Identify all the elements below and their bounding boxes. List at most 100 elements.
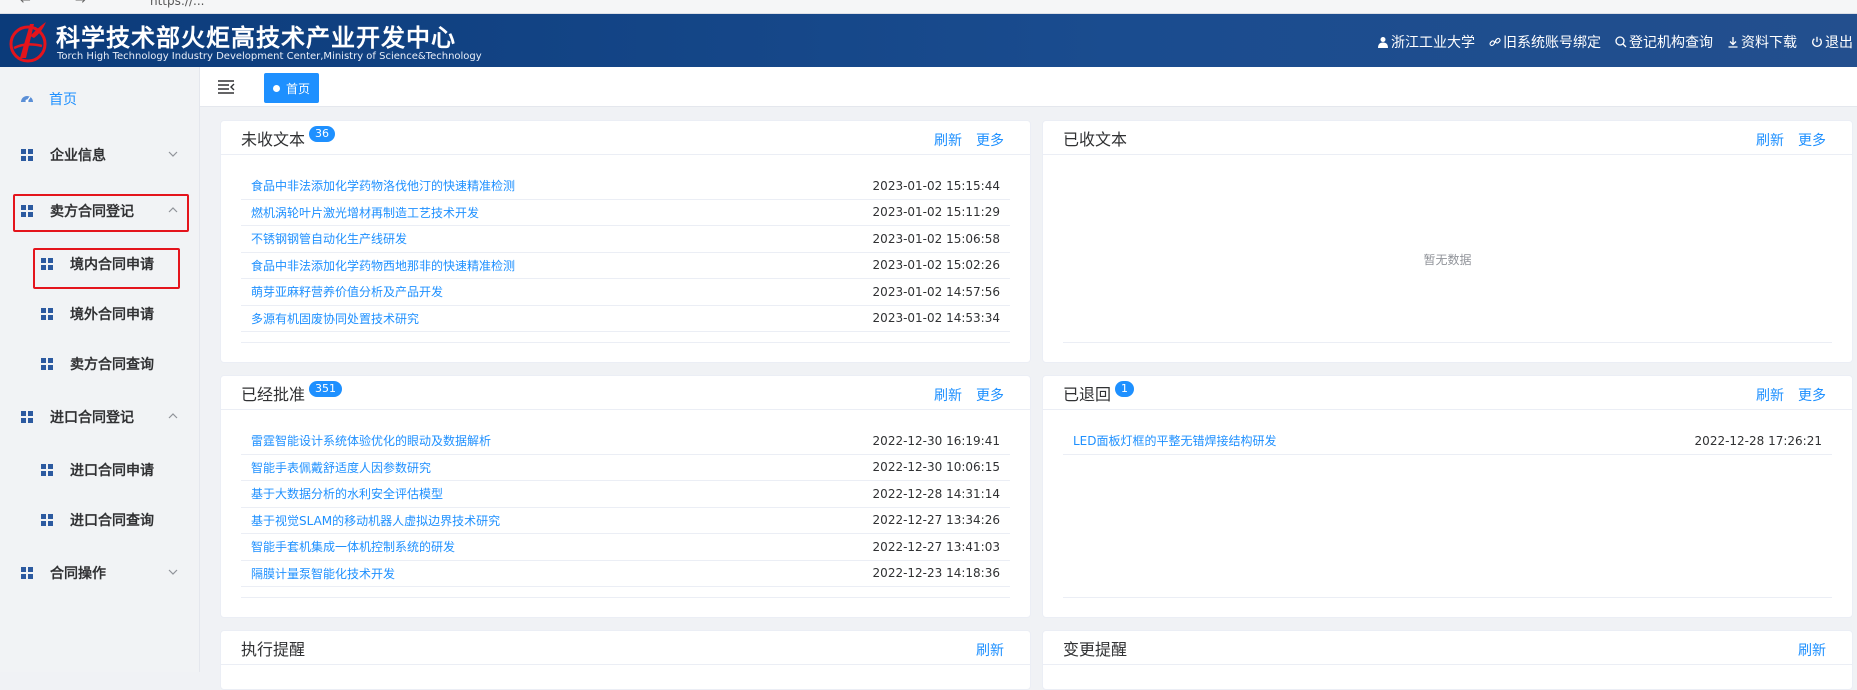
- list-footer-line: [1063, 597, 1832, 598]
- more-button[interactable]: 更多: [976, 130, 1004, 150]
- refresh-button[interactable]: 刷新: [1756, 130, 1784, 150]
- site-title: 科学技术部火炬高技术产业开发中心: [56, 24, 456, 52]
- download-label: 资料下载: [1741, 35, 1797, 51]
- search-icon: [1615, 36, 1627, 48]
- account-bind-label: 旧系统账号绑定: [1503, 35, 1601, 51]
- item-title-link[interactable]: 雷霆智能设计系统体验优化的眼动及数据解析: [251, 432, 491, 449]
- list-item: 智能手表佩戴舒适度人因参数研究 2022-12-30 10:06:15: [241, 455, 1010, 481]
- item-title-link[interactable]: 不锈钢钢管自动化生产线研发: [251, 230, 407, 247]
- item-title-link[interactable]: 燃机涡轮叶片激光增材再制造工艺技术开发: [251, 204, 479, 221]
- sidebar-item-domestic-apply[interactable]: 境内合同申请: [0, 244, 200, 284]
- tab-home[interactable]: 首页: [264, 73, 320, 103]
- refresh-button[interactable]: 刷新: [1798, 640, 1826, 660]
- grid-icon: [21, 567, 33, 579]
- panel-actions: 刷新 更多: [934, 385, 1004, 405]
- user-link-label: 浙江工业大学: [1391, 35, 1475, 51]
- refresh-button[interactable]: 刷新: [1756, 385, 1784, 405]
- more-button[interactable]: 更多: [1798, 385, 1826, 405]
- sidebar-item-seller-query-label: 卖方合同查询: [70, 357, 154, 373]
- panel-actions: 刷新 更多: [934, 130, 1004, 150]
- sidebar-item-seller-contract[interactable]: 卖方合同登记: [0, 191, 200, 231]
- refresh-button[interactable]: 刷新: [976, 640, 1004, 660]
- panel-title: 执行提醒: [241, 639, 306, 659]
- item-title-link[interactable]: 智能手套机集成一体机控制系统的研发: [251, 538, 455, 555]
- menu-toggle-icon[interactable]: [217, 79, 235, 95]
- list-footer-line: [1063, 342, 1832, 343]
- panel-title: 已收文本: [1063, 129, 1128, 149]
- panel-approved-header: 已经批准 351 刷新 更多: [221, 376, 1030, 410]
- panel-unreceived: 未收文本 36 刷新 更多 食品中非法添加化学药物洛伐他汀的快速精准检测 2023…: [220, 120, 1031, 363]
- item-date: 2023-01-02 15:11:29: [872, 205, 1000, 220]
- count-badge: 36: [309, 125, 336, 142]
- panel-title: 变更提醒: [1063, 639, 1128, 659]
- chevron-up-icon: [168, 413, 178, 419]
- item-title-link[interactable]: 多源有机固废协同处置技术研究: [251, 310, 419, 327]
- item-date: 2022-12-27 13:34:26: [872, 513, 1000, 528]
- sidebar-item-import-query[interactable]: 进口合同查询: [0, 500, 200, 540]
- sidebar-item-import-contract[interactable]: 进口合同登记: [0, 397, 200, 437]
- more-button[interactable]: 更多: [976, 385, 1004, 405]
- sidebar-item-import-apply[interactable]: 进口合同申请: [0, 450, 200, 490]
- item-title-link[interactable]: 食品中非法添加化学药物西地那非的快速精准检测: [251, 257, 515, 274]
- item-title-link[interactable]: 萌芽亚麻籽营养价值分析及产品开发: [251, 283, 443, 300]
- list-footer-line: [241, 597, 1010, 598]
- grid-icon: [21, 149, 33, 161]
- item-title-link[interactable]: 基于大数据分析的水利安全评估模型: [251, 485, 443, 502]
- sidebar-item-home[interactable]: 首页: [0, 79, 200, 119]
- panel-actions: 刷新: [976, 640, 1004, 660]
- dashboard-icon: [21, 96, 33, 103]
- panel-title: 未收文本: [241, 129, 306, 149]
- item-title-link[interactable]: 食品中非法添加化学药物洛伐他汀的快速精准检测: [251, 177, 515, 194]
- more-button[interactable]: 更多: [1798, 130, 1826, 150]
- sidebar-item-contract-ops[interactable]: 合同操作: [0, 553, 200, 593]
- sidebar-item-import-contract-label: 进口合同登记: [50, 410, 134, 426]
- item-title-link[interactable]: LED面板灯框的平整无错焊接结构研发: [1073, 432, 1277, 449]
- user-link[interactable]: 浙江工业大学: [1377, 32, 1475, 52]
- grid-icon: [41, 464, 53, 476]
- sidebar-item-foreign-apply[interactable]: 境外合同申请: [0, 294, 200, 334]
- agency-query-link[interactable]: 登记机构查询: [1615, 32, 1713, 52]
- download-link[interactable]: 资料下载: [1727, 32, 1797, 52]
- list-item: 不锈钢钢管自动化生产线研发 2023-01-02 15:06:58: [241, 226, 1010, 253]
- refresh-button[interactable]: 刷新: [934, 130, 962, 150]
- document-list: LED面板灯框的平整无错焊接结构研发 2022-12-28 17:26:21: [1063, 428, 1832, 455]
- tab-home-label: 首页: [286, 81, 311, 96]
- grid-icon: [41, 308, 53, 320]
- sidebar-item-home-label: 首页: [49, 92, 77, 108]
- panel-received-header: 已收文本 刷新 更多: [1043, 121, 1852, 155]
- sidebar-item-seller-query[interactable]: 卖方合同查询: [0, 344, 200, 384]
- panel-title: 已退回: [1063, 384, 1112, 404]
- grid-icon: [21, 411, 33, 423]
- list-item: 隔膜计量泵智能化技术开发 2022-12-23 14:18:36: [241, 561, 1010, 587]
- panel-actions: 刷新 更多: [1756, 130, 1826, 150]
- sidebar-item-contract-ops-label: 合同操作: [50, 566, 106, 582]
- link-icon: [1489, 37, 1501, 47]
- panel-execution: 执行提醒 刷新: [220, 630, 1031, 690]
- list-item: 燃机涡轮叶片激光增材再制造工艺技术开发 2023-01-02 15:11:29: [241, 200, 1010, 226]
- agency-query-label: 登记机构查询: [1629, 35, 1713, 51]
- item-title-link[interactable]: 智能手表佩戴舒适度人因参数研究: [251, 459, 431, 476]
- grid-icon: [41, 258, 53, 270]
- list-item: 雷霆智能设计系统体验优化的眼动及数据解析 2022-12-30 16:19:41: [241, 428, 1010, 455]
- logout-link[interactable]: 退出: [1811, 32, 1853, 52]
- item-title-link[interactable]: 基于视觉SLAM的移动机器人虚拟边界技术研究: [251, 512, 500, 529]
- refresh-button[interactable]: 刷新: [934, 385, 962, 405]
- torch-logo-icon: [9, 22, 47, 63]
- browser-url[interactable]: https://...: [150, 0, 204, 8]
- item-date: 2022-12-30 16:19:41: [872, 433, 1000, 448]
- item-date: 2023-01-02 14:57:56: [872, 284, 1000, 299]
- account-bind-link[interactable]: 旧系统账号绑定: [1489, 32, 1601, 52]
- sidebar-item-enterprise[interactable]: 企业信息: [0, 135, 200, 175]
- grid-icon: [21, 205, 33, 217]
- logout-label: 退出: [1825, 35, 1853, 51]
- tab-active-dot: [273, 84, 280, 92]
- list-item: 多源有机固废协同处置技术研究 2023-01-02 14:53:34: [241, 306, 1010, 332]
- item-date: 2022-12-27 13:41:03: [872, 539, 1000, 554]
- sidebar-item-import-query-label: 进口合同查询: [70, 513, 154, 529]
- browser-nav-icons[interactable]: ← →: [20, 0, 106, 8]
- count-badge: 351: [309, 380, 343, 397]
- site-subtitle: Torch High Technology Industry Developme…: [57, 51, 482, 62]
- browser-address-strip: ← → https://...: [0, 0, 1857, 14]
- count-badge: 1: [1115, 380, 1135, 397]
- item-title-link[interactable]: 隔膜计量泵智能化技术开发: [251, 565, 395, 582]
